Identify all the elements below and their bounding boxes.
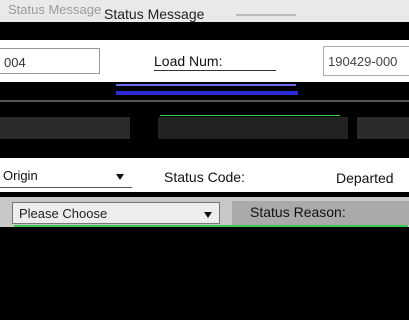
load-num-label: Load Num: [154, 53, 223, 69]
chevron-down-icon[interactable] [204, 212, 212, 218]
load-num-field[interactable]: 190429-000 [323, 46, 409, 76]
ghost-column-2 [158, 117, 348, 139]
accent-bar [116, 91, 298, 95]
accent-line [116, 84, 296, 86]
status-code-field[interactable]: Departed [332, 170, 409, 188]
status-code-label: Status Code: [164, 169, 245, 185]
green-accent-line [160, 115, 340, 116]
title-ghost-text: Status Message [8, 2, 102, 17]
window-title: Status Message [104, 6, 205, 22]
status-reason-label: Status Reason: [232, 201, 409, 225]
blank-area [0, 228, 409, 320]
ghost-column-1 [0, 117, 130, 139]
green-streak [14, 225, 408, 227]
title-divider [236, 14, 296, 16]
status-reason-select[interactable]: Please Choose [12, 202, 220, 224]
ghost-column-3 [357, 117, 409, 139]
divider [0, 100, 409, 102]
origin-select[interactable]: Origin [0, 164, 132, 188]
chevron-down-icon[interactable] [116, 174, 124, 180]
load-num-underline [154, 70, 276, 71]
left-id-field[interactable]: 004 [0, 48, 100, 74]
